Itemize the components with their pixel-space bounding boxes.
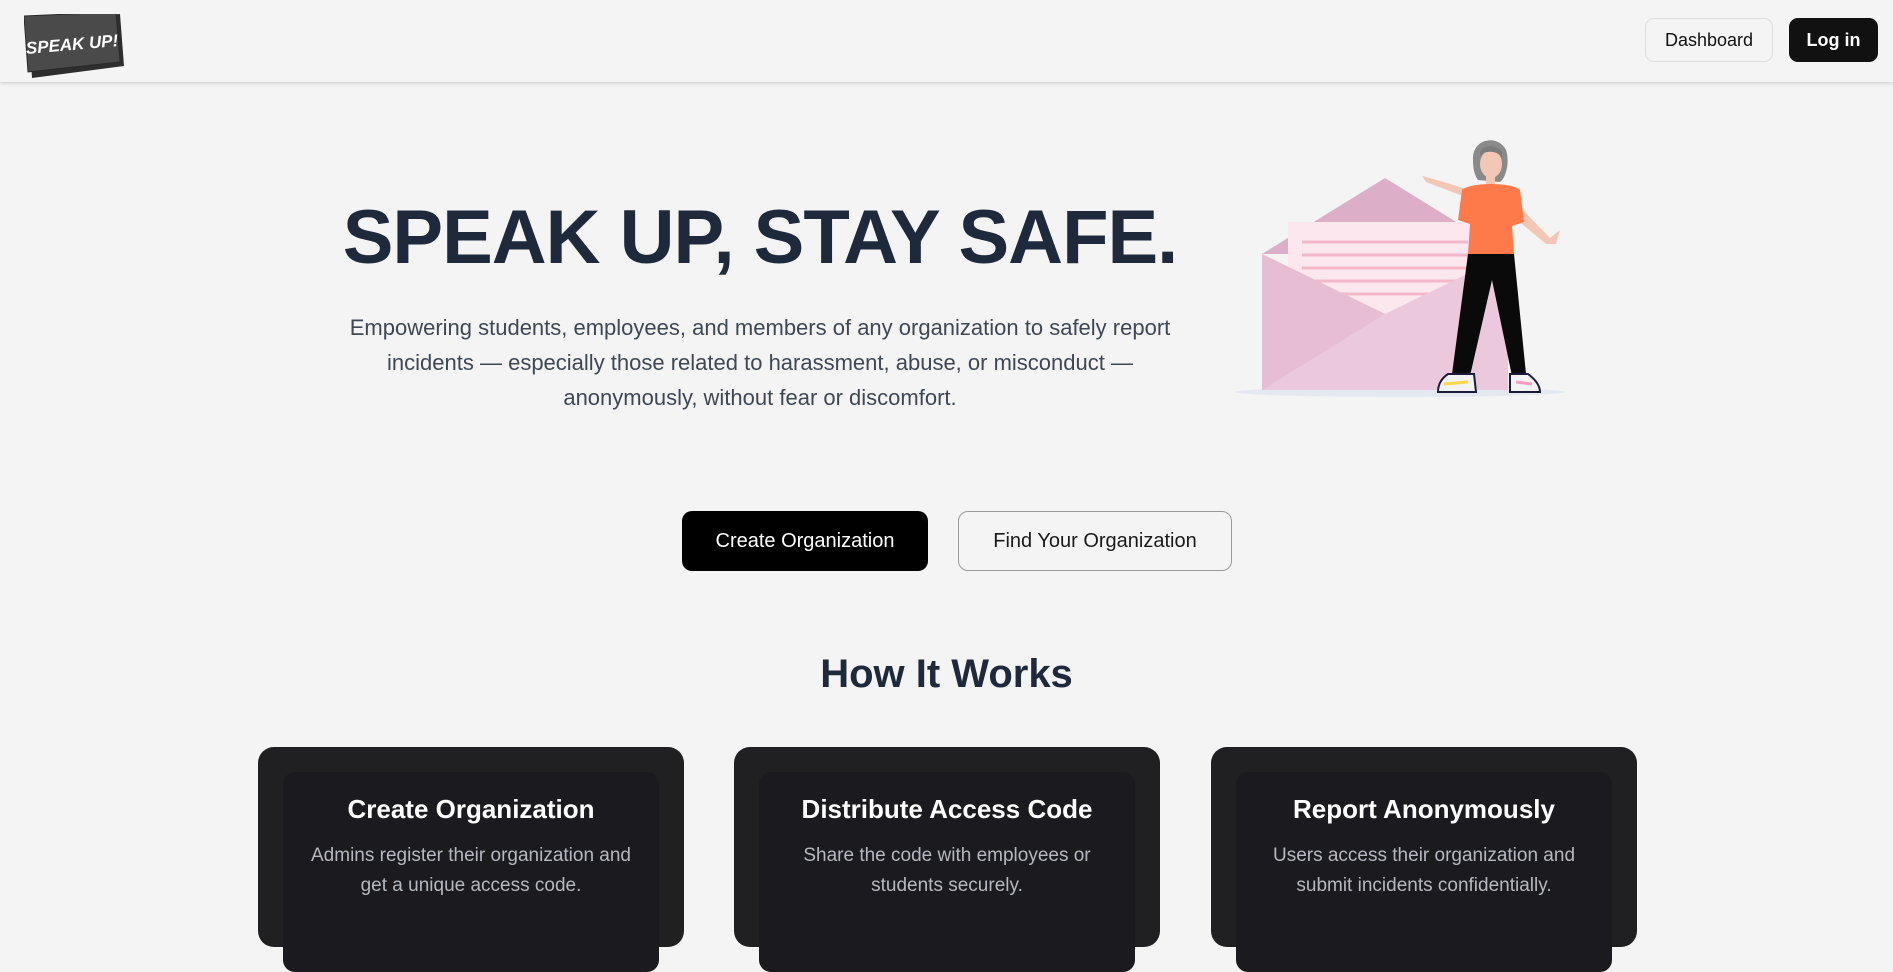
hero-subtitle: Empowering students, employees, and memb… (349, 315, 1171, 410)
step-title: Report Anonymously (1293, 794, 1555, 824)
step-description: Admins register their organization and g… (311, 845, 632, 896)
envelope-person-illustration (1230, 130, 1580, 410)
step-card-inner: Report Anonymously Users access their or… (1236, 772, 1612, 972)
step-description: Share the code with employees or student… (803, 845, 1091, 896)
create-organization-button[interactable]: Create Organization (682, 511, 928, 571)
step-card-report-anonymously: Report Anonymously Users access their or… (1211, 747, 1637, 972)
step-description: Users access their organization and subm… (1272, 845, 1576, 896)
step-card-create-organization: Create Organization Admins register thei… (258, 747, 684, 972)
logo-icon: SPEAK UP! (24, 14, 124, 78)
find-organization-button[interactable]: Find Your Organization (958, 511, 1232, 571)
dashboard-button[interactable]: Dashboard (1645, 18, 1773, 62)
step-card-inner: Distribute Access Code Share the code wi… (759, 772, 1135, 972)
navbar: SPEAK UP! Dashboard Log in (0, 0, 1893, 82)
step-title: Create Organization (347, 794, 595, 824)
login-button[interactable]: Log in (1789, 18, 1878, 62)
step-title: Distribute Access Code (801, 794, 1093, 824)
speak-up-logo[interactable]: SPEAK UP! (24, 14, 124, 78)
step-card-distribute-access-code: Distribute Access Code Share the code wi… (734, 747, 1160, 972)
how-it-works-title: How It Works (820, 652, 1073, 696)
step-card-inner: Create Organization Admins register thei… (283, 772, 659, 972)
